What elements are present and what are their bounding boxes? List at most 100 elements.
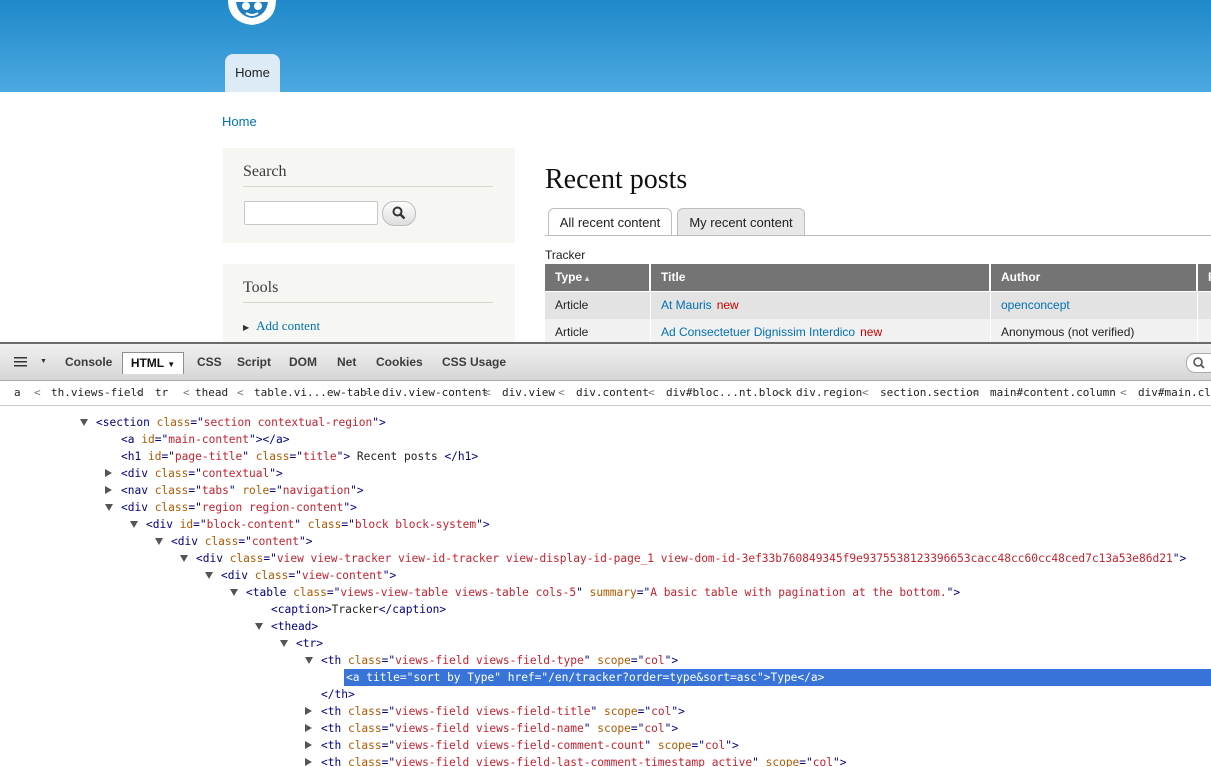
tab-html[interactable]: HTML ▼ bbox=[122, 352, 184, 374]
breadcrumb-node[interactable]: main#content.column bbox=[990, 386, 1116, 399]
breadcrumb-node[interactable]: th.views-field bbox=[51, 386, 144, 399]
dom-node[interactable]: <div class="content"> bbox=[155, 533, 313, 550]
dom-node[interactable]: <caption>Tracker</caption> bbox=[271, 601, 446, 618]
divider bbox=[243, 186, 493, 187]
add-content-link[interactable]: ▶ Add content bbox=[243, 318, 320, 334]
dom-node[interactable]: <tr> bbox=[280, 635, 323, 652]
panel-dropdown-icon[interactable]: ▼ bbox=[40, 358, 47, 365]
attr-name: role bbox=[242, 484, 270, 497]
attr-quote: =" bbox=[636, 586, 651, 599]
tab-dom[interactable]: DOM bbox=[289, 352, 317, 373]
dom-node[interactable]: <section class="section contextual-regio… bbox=[80, 414, 386, 431]
expand-toggle-closed-icon[interactable] bbox=[105, 486, 112, 494]
dom-node[interactable]: <div class="region region-content"> bbox=[105, 499, 357, 516]
attr-name: class bbox=[347, 722, 382, 735]
tag-end: > bbox=[378, 416, 386, 429]
dom-node[interactable]: <table class="views-view-table views-tab… bbox=[230, 584, 960, 601]
dom-node[interactable]: <thead> bbox=[255, 618, 318, 635]
expand-toggle-open-icon[interactable] bbox=[80, 419, 88, 426]
tab-cookies[interactable]: Cookies bbox=[376, 352, 423, 373]
devtools-search-box[interactable] bbox=[1186, 353, 1211, 373]
dom-node[interactable]: <div class="contextual"> bbox=[105, 465, 283, 482]
search-input[interactable] bbox=[244, 201, 378, 225]
dom-node[interactable]: <th class="views-field views-field-last-… bbox=[305, 754, 847, 767]
column-header-title[interactable]: Title bbox=[651, 264, 990, 291]
tag-end: > bbox=[839, 756, 847, 767]
attr-quote: =" bbox=[399, 671, 414, 684]
dom-node[interactable]: <th class="views-field views-field-title… bbox=[305, 703, 685, 720]
attr-name: class bbox=[254, 569, 289, 582]
search-button[interactable] bbox=[382, 201, 416, 226]
tab-script[interactable]: Script bbox=[237, 352, 271, 373]
expand-toggle-closed-icon[interactable] bbox=[305, 724, 312, 732]
dom-node[interactable]: <a id="main-content"></a> bbox=[121, 431, 289, 448]
breadcrumb-node[interactable]: div.view bbox=[502, 386, 555, 399]
column-header-replies[interactable]: R bbox=[1198, 264, 1211, 291]
dom-node[interactable]: <h1 id="page-title" class="title"> Recen… bbox=[121, 448, 478, 465]
breadcrumb-node[interactable]: div#bloc...nt.block bbox=[666, 386, 792, 399]
attr-quote: " bbox=[752, 756, 759, 767]
breadcrumb-node[interactable]: div.content bbox=[576, 386, 649, 399]
breadcrumb-separator: < bbox=[648, 386, 655, 399]
drupal-logo-icon[interactable] bbox=[224, 0, 280, 30]
tab-css-usage[interactable]: CSS Usage bbox=[442, 352, 506, 373]
expand-toggle-open-icon[interactable] bbox=[180, 555, 188, 562]
breadcrumb-node[interactable]: div.region bbox=[796, 386, 862, 399]
tab-html-label: HTML bbox=[130, 356, 164, 370]
attr-quote: =" bbox=[381, 756, 396, 767]
dom-node[interactable]: <div class="view view-tracker view-id-tr… bbox=[180, 550, 1186, 567]
tab-all-recent-content[interactable]: All recent content bbox=[548, 208, 672, 236]
attr-quote: =" bbox=[288, 569, 302, 582]
dom-node[interactable]: <th class="views-field views-field-comme… bbox=[305, 737, 739, 754]
expand-toggle-closed-icon[interactable] bbox=[305, 707, 312, 715]
breadcrumb-node[interactable]: div#main.clea bbox=[1138, 386, 1211, 399]
tab-console[interactable]: Console bbox=[65, 352, 112, 373]
dom-node[interactable]: <th class="views-field views-field-name"… bbox=[305, 720, 678, 737]
attr-quote: =" bbox=[190, 416, 204, 429]
dom-node-selected[interactable]: <a title="sort by Type" href="/en/tracke… bbox=[344, 669, 1211, 686]
expand-toggle-open-icon[interactable] bbox=[155, 538, 163, 545]
tab-css[interactable]: CSS bbox=[197, 352, 222, 373]
dom-node[interactable]: <div id="block-content" class="block blo… bbox=[130, 516, 490, 533]
breadcrumb-node[interactable]: table.vi...ew-table bbox=[254, 386, 380, 399]
breadcrumb-separator: < bbox=[34, 386, 41, 399]
breadcrumb-node[interactable]: thead bbox=[195, 386, 228, 399]
column-header-type[interactable]: Type▲ bbox=[545, 264, 650, 291]
breadcrumb-home-link[interactable]: Home bbox=[222, 114, 257, 129]
expand-toggle-open-icon[interactable] bbox=[130, 521, 138, 528]
author-link[interactable]: openconcept bbox=[1001, 298, 1070, 312]
expand-toggle-closed-icon[interactable] bbox=[305, 758, 312, 766]
nav-tab-home[interactable]: Home bbox=[225, 54, 280, 92]
breadcrumb-node[interactable]: a bbox=[14, 386, 21, 399]
dom-node[interactable]: <div class="view-content"> bbox=[205, 567, 396, 584]
post-title-link[interactable]: At Mauris bbox=[661, 298, 712, 312]
dom-node[interactable]: <nav class="tabs" role="navigation"> bbox=[105, 482, 364, 499]
attr-value: views-field views-field-type bbox=[395, 654, 584, 667]
dom-node[interactable]: <th class="views-field views-field-type"… bbox=[305, 652, 679, 669]
tab-net[interactable]: Net bbox=[337, 352, 356, 373]
attr-value: /en/tracker?order=type&sort=asc bbox=[548, 671, 757, 684]
dom-node[interactable]: </th> bbox=[321, 686, 355, 703]
expand-toggle-open-icon[interactable] bbox=[105, 504, 113, 511]
expand-toggle-closed-icon[interactable] bbox=[105, 469, 112, 477]
attr-quote: " bbox=[494, 671, 501, 684]
expand-toggle-open-icon[interactable] bbox=[230, 589, 238, 596]
attr-name: class bbox=[229, 552, 264, 565]
attr-name: class bbox=[255, 450, 290, 463]
post-title-link[interactable]: Ad Consectetuer Dignissim Interdico bbox=[661, 325, 855, 339]
text-node: Recent posts bbox=[350, 450, 445, 463]
expand-toggle-open-icon[interactable] bbox=[280, 640, 288, 647]
expand-toggle-open-icon[interactable] bbox=[305, 657, 313, 664]
firebug-menu-icon[interactable] bbox=[12, 352, 32, 372]
attr-value: views-field views-field-comment-count bbox=[395, 739, 645, 752]
breadcrumb-node[interactable]: tr bbox=[155, 386, 168, 399]
expand-toggle-open-icon[interactable] bbox=[255, 623, 263, 630]
tag-end: > bbox=[671, 654, 679, 667]
attr-name: class bbox=[154, 467, 189, 480]
breadcrumb-node[interactable]: section.section bbox=[880, 386, 979, 399]
breadcrumb-node[interactable]: div.view-content bbox=[382, 386, 488, 399]
column-header-author[interactable]: Author bbox=[991, 264, 1197, 291]
tab-my-recent-content[interactable]: My recent content bbox=[677, 208, 805, 236]
expand-toggle-closed-icon[interactable] bbox=[305, 741, 312, 749]
expand-toggle-open-icon[interactable] bbox=[205, 572, 213, 579]
